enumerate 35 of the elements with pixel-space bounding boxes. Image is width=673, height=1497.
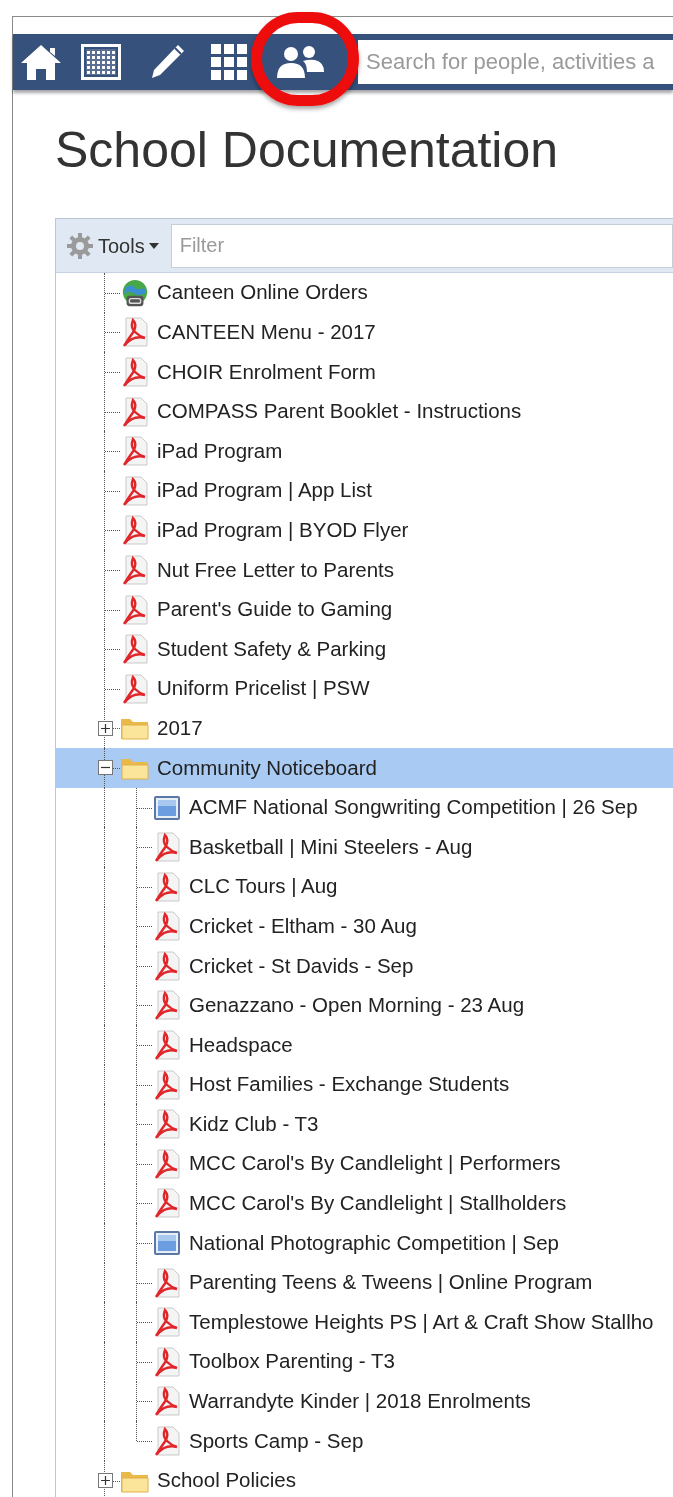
file-tree-item[interactable]: Cricket - Eltham - 30 Aug — [56, 906, 673, 947]
file-tree-item[interactable]: ACMF National Songwriting Competition | 26 Sep — [56, 787, 673, 828]
file-tree-item[interactable]: CANTEEN Menu - 2017 — [56, 312, 673, 353]
file-tree-item[interactable]: iPad Program | BYOD Flyer — [56, 510, 673, 551]
page-title: School Documentation — [55, 121, 560, 180]
file-tree-item[interactable]: iPad Program — [56, 431, 673, 471]
file-tree-item[interactable]: Basketball | Mini Steelers - Aug — [56, 827, 673, 867]
file-tree-item[interactable]: Sports Camp - Sep — [56, 1421, 673, 1461]
file-tree-item[interactable]: Nut Free Letter to Parents — [56, 550, 673, 590]
file-tree-item[interactable]: Toolbox Parenting - T3 — [56, 1342, 673, 1382]
search-field[interactable]: Search for people, activities a — [358, 40, 673, 84]
file-tree-item[interactable]: CHOIR Enrolment Form — [56, 352, 673, 392]
file-tree-item[interactable]: COMPASS Parent Booklet - Instructions — [56, 391, 673, 432]
file-tree-item[interactable]: MCC Carol's By Candlelight | Performers — [56, 1144, 673, 1184]
file-tree-item[interactable]: iPad Program | App List — [56, 470, 673, 511]
file-tree-item[interactable]: Cricket - St Davids - Sep — [56, 946, 673, 986]
file-tree-item[interactable]: Parent's Guide to Gaming — [56, 589, 673, 630]
file-tree-item[interactable]: CLC Tours | Aug — [56, 866, 673, 907]
file-tree-item[interactable]: MCC Carol's By Candlelight | Stallholders — [56, 1183, 673, 1224]
file-tree-item[interactable]: Kidz Club - T3 — [56, 1104, 673, 1145]
file-tree-item[interactable]: Uniform Pricelist | PSW — [56, 668, 673, 709]
file-tree-item[interactable]: National Photographic Competition | Sep — [56, 1223, 673, 1263]
file-tree-item[interactable]: Templestowe Heights PS | Art & Craft Show Stallho — [56, 1302, 673, 1343]
folder-tree-item[interactable]: Community Noticeboard — [56, 748, 673, 788]
filter-field[interactable]: Filter — [170, 223, 673, 268]
file-tree-item[interactable]: Genazzano - Open Morning - 23 Aug — [56, 985, 673, 1026]
file-tree-item[interactable]: Warrandyte Kinder | 2018 Enrolments — [56, 1381, 673, 1422]
folder-tree-item[interactable]: 2017 — [56, 708, 673, 749]
folder-tree-item[interactable]: School Policies — [56, 1460, 673, 1497]
file-tree-item[interactable]: Headspace — [56, 1025, 673, 1065]
file-tree-item[interactable]: Parenting Teens & Tweens | Online Program — [56, 1262, 673, 1303]
file-tree-item[interactable]: Canteen Online Orders — [56, 273, 673, 313]
file-tree-item[interactable]: Student Safety & Parking — [56, 629, 673, 669]
file-tree-item[interactable]: Host Families - Exchange Students — [56, 1064, 673, 1105]
tools-menu-button[interactable]: Tools — [66, 227, 165, 264]
